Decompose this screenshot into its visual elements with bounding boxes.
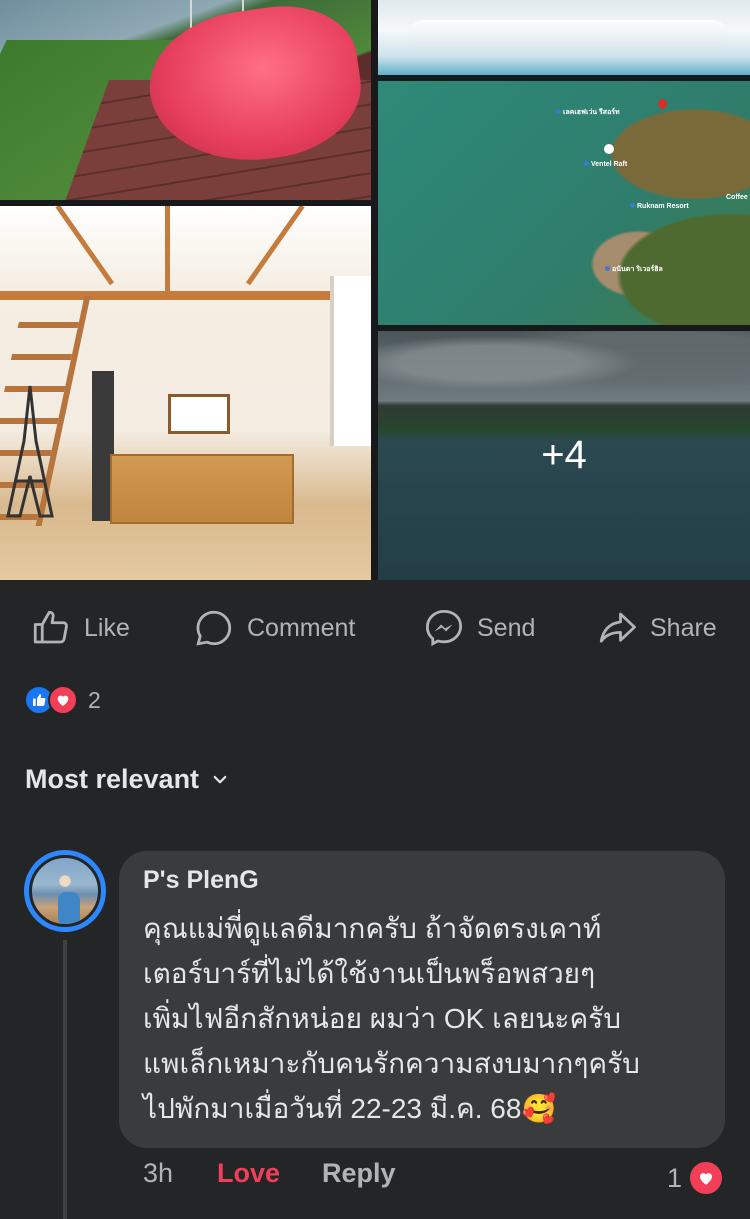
location-pin-icon <box>656 97 669 110</box>
comment-timestamp[interactable]: 3h <box>143 1158 173 1189</box>
share-button[interactable]: Share <box>596 600 717 656</box>
share-label: Share <box>650 613 717 642</box>
like-label: Like <box>84 613 130 642</box>
comment-text: คุณแม่พี่ดูแลดีมากครับ ถ้าจัดตรงเคาท์ เต… <box>143 906 703 1131</box>
messenger-icon <box>425 609 463 647</box>
comment-line: แพเล็กเหมาะกับคนรักความสงบมากๆครับ <box>143 1048 640 1079</box>
send-button[interactable]: Send <box>423 600 535 656</box>
commenter-avatar[interactable] <box>24 850 106 932</box>
comment-reaction-count: 1 <box>667 1162 683 1193</box>
post-action-bar: Like Comment Send Share <box>0 600 750 656</box>
side-window <box>330 276 371 446</box>
chevron-down-icon <box>213 775 227 783</box>
ceiling <box>0 206 371 300</box>
comment-icon <box>196 610 232 646</box>
thread-line <box>63 940 67 1219</box>
like-button[interactable]: Like <box>30 600 130 656</box>
comment-line: เพิ่มไฟอีกสักหน่อย ผมว่า OK เลยนะครับ <box>143 1003 621 1034</box>
comment-reply-button[interactable]: Reply <box>322 1158 396 1189</box>
comment-reaction-summary[interactable]: 1 <box>667 1160 725 1196</box>
sort-label: Most relevant <box>25 764 200 794</box>
comment-button[interactable]: Comment <box>193 600 355 656</box>
map-label: อนันตา ริเวอร์ฮิล <box>605 264 663 275</box>
photo-interior[interactable] <box>0 206 371 580</box>
map-label: Ruknam Resort <box>630 203 689 210</box>
reaction-summary[interactable]: 2 <box>24 684 101 716</box>
map-label: เลคเฮฟเว่น รีสอร์ท <box>556 107 620 118</box>
map-label: Ventel Raft <box>584 161 627 168</box>
comment-love-button[interactable]: Love <box>217 1158 280 1189</box>
more-photos-count[interactable]: +4 <box>378 331 750 580</box>
blanket-fold <box>408 20 728 50</box>
photo-lake[interactable]: +4 <box>378 331 750 580</box>
post-photo-grid: เลคเฮฟเว่น รีสอร์ท Ventel Raft Ruknam Re… <box>0 0 750 580</box>
map-label: Coffee <box>726 194 748 201</box>
avatar-photo <box>29 855 101 927</box>
love-reaction-icon <box>48 685 78 715</box>
comment-line: เตอร์บาร์ที่ไม่ได้ใช้งานเป็นพร็อพสวยๆ <box>143 958 596 989</box>
reaction-count: 2 <box>88 686 101 713</box>
comment-line: คุณแม่พี่ดูแลดีมากครับ ถ้าจัดตรงเคาท์ <box>143 913 602 944</box>
photo-map[interactable]: เลคเฮฟเว่น รีสอร์ท Ventel Raft Ruknam Re… <box>378 81 750 325</box>
comment-line: ไปพักมาเมื่อวันที่ 22-23 มี.ค. 68🥰 <box>143 1093 557 1124</box>
photo-deck-beanbag[interactable] <box>0 0 371 200</box>
photo-bedding[interactable] <box>378 0 750 75</box>
love-reaction-icon <box>688 1160 725 1196</box>
comment-author[interactable]: P's PlenG <box>143 866 259 895</box>
share-icon <box>599 612 636 643</box>
counter-cabinet <box>110 454 294 524</box>
eiffel-tower-decal <box>6 385 54 518</box>
send-label: Send <box>477 613 536 642</box>
map-dot <box>604 144 614 154</box>
comment-sort-dropdown[interactable]: Most relevant <box>25 764 229 795</box>
comment-label: Comment <box>247 613 356 642</box>
roof-beam <box>165 206 170 296</box>
thumbs-up-icon <box>33 610 68 644</box>
window <box>168 394 230 434</box>
